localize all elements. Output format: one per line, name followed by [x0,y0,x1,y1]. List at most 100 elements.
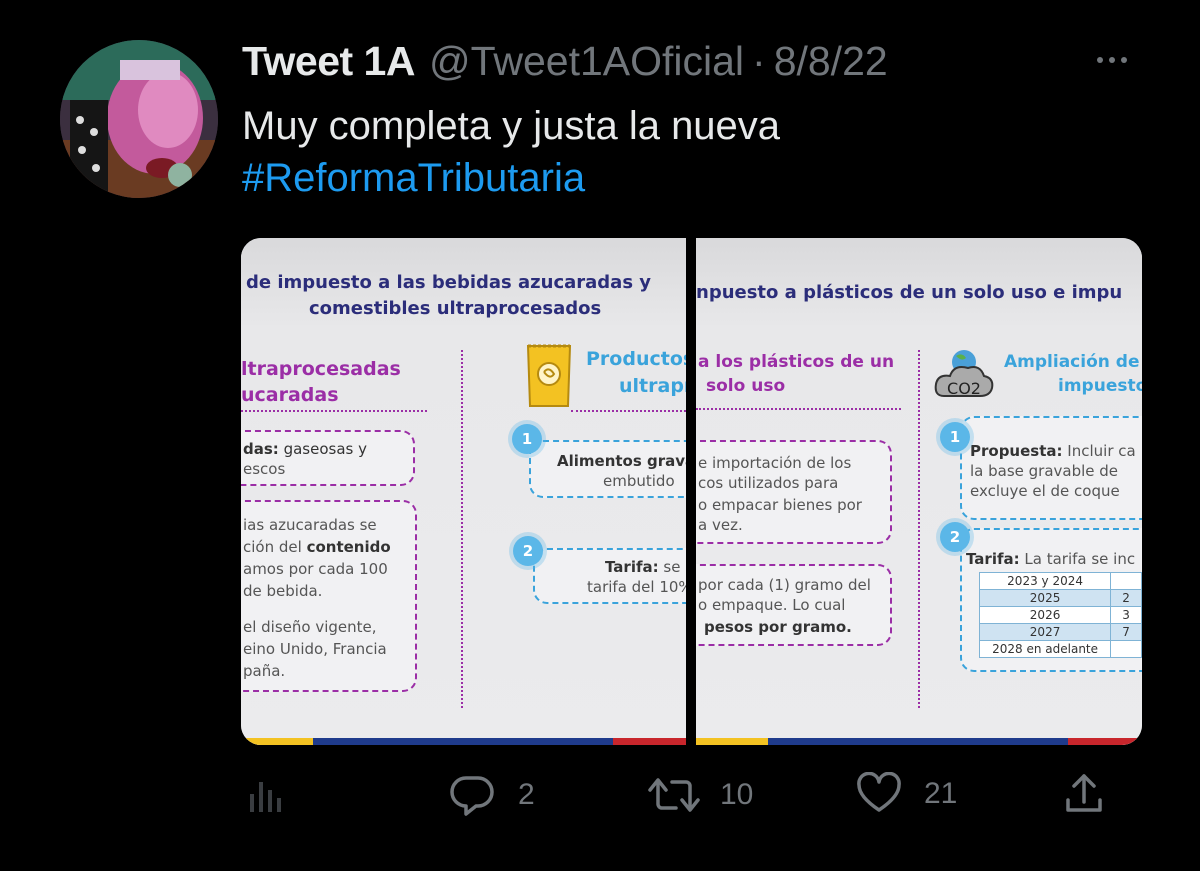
table-cell: 7 [1110,623,1142,641]
table-row: 2028 en adelante [978,640,1142,658]
info-text: gaseosas y [283,440,367,458]
step-bold: Tarifa: [966,550,1020,568]
table-row: 2026 3 [978,606,1142,624]
info-text: o empaque. Lo cual [698,596,846,614]
tweet-text-line: Muy completa y justa la nueva [242,104,781,148]
step-number: 1 [512,424,542,454]
divider [241,410,427,412]
retweet-button[interactable]: 10 [648,772,753,818]
step-box: Tarifa: se p tarifa del 10% [533,548,686,604]
step-text: tarifa del 10% [587,578,686,596]
info-text: el diseño vigente, [243,618,377,636]
hashtag-link[interactable]: #ReformaTributaria [242,156,585,200]
table-row: 2023 y 2024 [978,572,1142,590]
column-separator [461,350,463,708]
retweet-count: 10 [720,778,754,811]
slide-title: de impuesto a las bebidas azucaradas y [246,272,652,293]
author-name[interactable]: Tweet 1A [242,38,415,85]
column-heading: impuesto [1058,376,1142,396]
table-row: 2025 2 [978,589,1142,607]
info-text: ias azucaradas se [243,516,377,534]
info-text: paña. [243,662,286,680]
info-text: amos por cada 100 [243,560,388,578]
snack-bag-icon [526,344,572,407]
step-text: embutido [603,472,675,490]
step-bold: Tarifa: [605,558,659,576]
table-cell: 2027 [978,623,1112,641]
column-heading: ltraprocesadas [241,358,401,380]
column-heading: Ampliación de [1004,352,1140,372]
info-bold: das: [243,440,279,458]
info-text: por cada (1) gramo del [698,576,871,594]
flag-stripe [696,738,1142,745]
co2-cloud-icon: CO2 [934,350,994,398]
table-row: 2027 7 [978,623,1142,641]
info-text: e importación de los [698,454,852,472]
author-avatar[interactable] [60,40,218,198]
analytics-icon[interactable] [246,776,286,816]
share-button[interactable] [1064,772,1104,816]
like-count: 21 [924,777,958,810]
info-box: e importación de los cos utilizados para… [696,440,892,544]
step-text: excluye el de coque [970,482,1120,500]
step-text: Incluir ca [1067,442,1136,460]
step-bold: Propuesta: [970,442,1063,460]
tweet-actions: 2 10 21 [0,772,1200,822]
heart-icon [857,772,901,812]
info-text: eino Unido, Francia [243,640,387,658]
media-image-left[interactable]: de impuesto a las bebidas azucaradas y c… [241,238,686,745]
step-text: la base gravable de [970,462,1119,480]
step-number: 1 [940,422,970,452]
tweet-header: Tweet 1A @Tweet1AOficial · 8/8/22 [242,38,888,88]
column-separator [918,350,920,708]
table-cell: 2026 [978,606,1112,624]
table-cell [1110,572,1142,590]
media-image-right[interactable]: npuesto a plásticos de un solo uso e imp… [696,238,1142,745]
tweet-media[interactable]: de impuesto a las bebidas azucaradas y c… [241,238,1142,745]
table-cell: 2023 y 2024 [978,572,1112,590]
divider [571,410,686,412]
flag-stripe [241,738,686,745]
author-handle[interactable]: @Tweet1AOficial [429,38,744,85]
info-text: escos [243,460,286,478]
info-text: de bebida. [243,582,323,600]
image-divider [686,238,696,745]
column-heading: ucaradas [241,384,339,406]
info-box: por cada (1) gramo del o empaque. Lo cua… [696,564,892,646]
info-text: cos utilizados para [698,474,839,492]
info-box: ias azucaradas se ción del contenido amo… [241,500,417,692]
slide-subtitle: comestibles ultraprocesados [309,298,602,319]
tweet-date[interactable]: 8/8/22 [774,38,888,85]
table-cell: 3 [1110,606,1142,624]
reply-button[interactable]: 2 [448,772,535,818]
avatar-image [60,40,218,198]
table-cell: 2 [1110,589,1142,607]
column-heading: solo uso [706,376,786,396]
co2-label: CO2 [947,379,981,398]
tweet-text: Muy completa y justa la nueva #ReformaTr… [242,100,1102,204]
reply-count: 2 [518,778,535,811]
like-button[interactable]: 21 [856,772,957,816]
step-text: se p [663,558,686,576]
divider [696,408,901,410]
info-text: a vez. [698,516,743,534]
table-cell [1110,640,1142,658]
step-text: La tarifa se inc [1024,550,1136,568]
column-heading: a los plásticos de un [698,352,895,372]
column-heading: ultrapr [619,375,686,397]
table-cell: 2025 [978,589,1112,607]
reply-icon [450,776,494,816]
more-icon[interactable] [1092,48,1132,72]
separator-dot: · [752,38,766,84]
step-number: 2 [940,522,970,552]
info-text: o empacar bienes por [698,496,862,514]
table-cell: 2028 en adelante [978,640,1112,658]
step-number: 2 [513,536,543,566]
info-text: ción del [243,538,302,556]
step-box: Propuesta: Incluir ca la base gravable d… [960,416,1142,520]
column-heading: Productos [586,348,686,370]
info-box: das: gaseosas y escos [241,430,415,486]
share-icon [1066,774,1102,812]
retweet-icon [648,778,700,812]
step-bold: Alimentos grava [557,452,686,470]
